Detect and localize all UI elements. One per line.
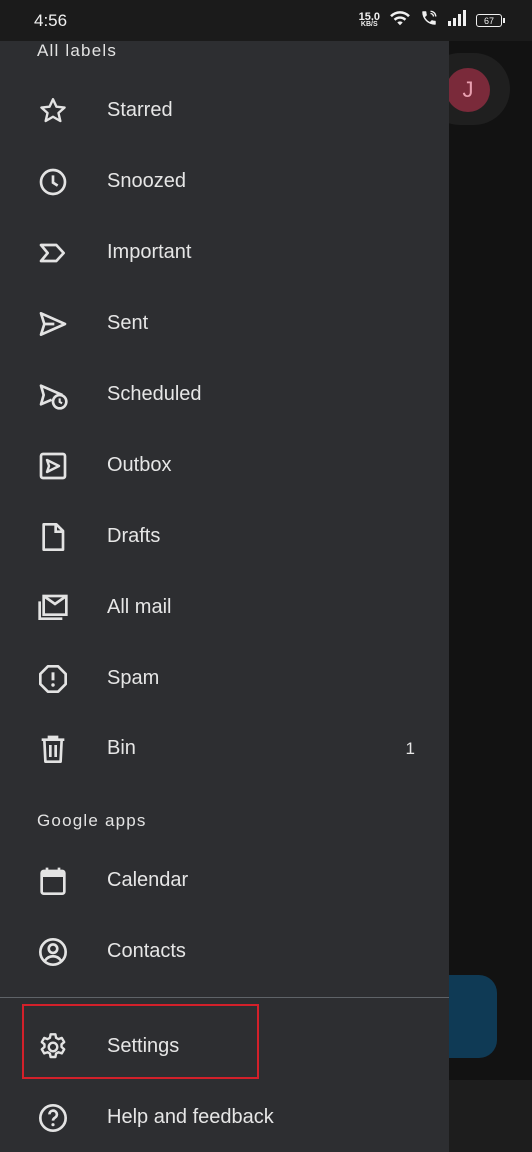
nav-item-help-feedback[interactable]: Help and feedback [0, 1082, 449, 1152]
nav-item-calendar[interactable]: Calendar [0, 845, 449, 916]
status-icons: 15.0 KB/S 67 [358, 9, 505, 32]
nav-item-spam[interactable]: Spam [0, 643, 449, 714]
nav-item-label: All mail [107, 596, 172, 618]
nav-item-label: Settings [107, 1035, 180, 1057]
all-mail-icon [36, 591, 70, 625]
status-time: 4:56 [34, 10, 68, 30]
battery-level: 67 [483, 15, 494, 26]
nav-item-settings[interactable]: Settings [0, 1011, 449, 1082]
trash-icon [36, 732, 70, 766]
nav-item-scheduled[interactable]: Scheduled [0, 359, 449, 430]
network-speed-unit: KB/S [360, 20, 378, 28]
calendar-icon [36, 864, 70, 898]
nav-item-outbox[interactable]: Outbox [0, 430, 449, 501]
spam-icon [36, 662, 70, 696]
bin-count-badge: 1 [405, 738, 415, 758]
signal-icon [447, 10, 467, 31]
battery-icon: 67 [476, 14, 505, 27]
nav-item-label: Outbox [107, 454, 172, 476]
google-apps-header: Google apps [37, 811, 147, 830]
draft-icon [36, 520, 70, 554]
nav-item-label: Bin [107, 737, 136, 759]
status-bar: 4:56 15.0 KB/S 67 [0, 0, 532, 41]
send-icon [36, 307, 70, 341]
nav-item-label: Scheduled [107, 383, 202, 405]
avatar[interactable]: J [446, 68, 490, 112]
network-speed: 15.0 KB/S [358, 10, 380, 29]
nav-item-label: Drafts [107, 525, 161, 547]
nav-item-label: Snoozed [107, 170, 186, 192]
nav-item-label: Starred [107, 99, 173, 121]
nav-item-label: Sent [107, 312, 149, 334]
drawer-divider [0, 997, 449, 998]
nav-item-drafts[interactable]: Drafts [0, 501, 449, 572]
network-speed-value: 15.0 [358, 10, 380, 23]
navigation-drawer: All labels Starred Snoozed Important Sen… [0, 41, 449, 1152]
scheduled-send-icon [36, 378, 70, 412]
help-icon [36, 1101, 70, 1135]
nav-item-bin[interactable]: Bin 1 [0, 713, 449, 784]
important-icon [36, 236, 70, 270]
nav-item-label: Contacts [107, 940, 186, 962]
nav-item-label: Spam [107, 667, 160, 689]
outbox-icon [36, 449, 70, 483]
nav-item-label: Calendar [107, 869, 189, 891]
nav-item-snoozed[interactable]: Snoozed [0, 146, 449, 217]
wifi-calling-icon [420, 9, 438, 32]
nav-item-all-mail[interactable]: All mail [0, 572, 449, 643]
wifi-icon [389, 9, 411, 32]
all-labels-header: All labels [37, 41, 118, 60]
star-icon [36, 94, 70, 128]
contacts-icon [36, 935, 70, 969]
nav-item-contacts[interactable]: Contacts [0, 916, 449, 987]
gear-icon [36, 1030, 70, 1064]
nav-item-starred[interactable]: Starred [0, 75, 449, 146]
nav-item-important[interactable]: Important [0, 217, 449, 288]
clock-icon [36, 165, 70, 199]
nav-item-sent[interactable]: Sent [0, 288, 449, 359]
nav-item-label: Help and feedback [107, 1106, 274, 1128]
nav-item-label: Important [107, 241, 192, 263]
